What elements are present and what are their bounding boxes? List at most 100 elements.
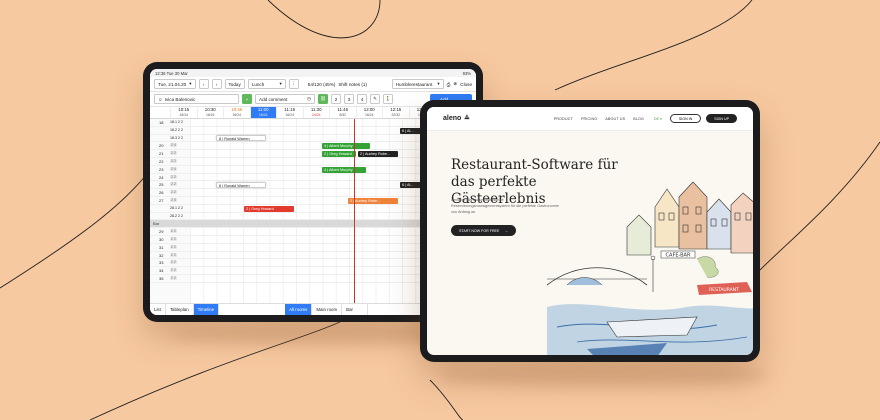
table-capacity: 2 2: [170, 244, 177, 249]
table-capacity: 2 2: [170, 252, 177, 257]
walk-in-icon[interactable]: 🚶: [383, 94, 393, 104]
close-circle-icon[interactable]: ⊗: [453, 81, 457, 87]
clock-icon: ◷: [306, 96, 311, 101]
cafe-bar-sign: CAFE-BAR: [666, 253, 691, 259]
occupancy-count: 54/120 (45%): [307, 81, 336, 87]
time-slot[interactable]: 11:15 16/24: [276, 107, 303, 118]
website-nav: aleno ⟁ PRODUCT PRICING ABOUT US BLOG DE …: [427, 107, 753, 131]
table-number: 31: [159, 244, 164, 250]
website-screen: aleno ⟁ PRODUCT PRICING ABOUT US BLOG DE …: [427, 107, 753, 355]
tab-tableplan[interactable]: Tableplan: [166, 303, 194, 315]
party-size-3[interactable]: 3: [344, 94, 354, 104]
restaurant-sign: RESTAURANT: [709, 287, 739, 293]
party-size-4[interactable]: 4: [357, 94, 367, 104]
tab-timeline[interactable]: Timeline: [193, 303, 220, 315]
table-capacity: 2 4: [170, 143, 177, 148]
close-button[interactable]: Close: [460, 82, 472, 87]
logo-mark-icon: ⟁: [464, 115, 470, 121]
sub-table-label: 28.2 2 2: [170, 213, 183, 218]
table-number: 22: [159, 159, 164, 164]
table-number: 25: [159, 182, 164, 188]
tablet-right: aleno ⟁ PRODUCT PRICING ABOUT US BLOG DE …: [420, 100, 760, 362]
table-capacity: 2 2: [170, 182, 177, 187]
table-number: 23: [159, 166, 164, 172]
table-capacity: 2 4: [170, 166, 177, 171]
table-capacity: 2 2: [170, 229, 177, 234]
table-number: 35: [159, 276, 164, 281]
table-number: 21: [159, 151, 164, 157]
add-guest-icon[interactable]: +: [242, 94, 252, 104]
guest-field[interactable]: ☺ Ivica Balenovic: [154, 94, 239, 104]
printer-icon[interactable]: ⎙: [447, 82, 451, 87]
chevron-right-icon[interactable]: ›: [211, 79, 222, 89]
time-slot[interactable]: 12:00 16/24: [355, 107, 383, 118]
table-number: 18: [159, 120, 164, 125]
table-number: 24: [159, 174, 164, 180]
room-tab-all[interactable]: All rooms: [285, 303, 313, 315]
hero-subtitle: aleno ist das zukunftsweisende Reservier…: [451, 198, 559, 214]
table-capacity: 2 5: [170, 198, 177, 202]
link-icon[interactable]: ⛓: [318, 94, 328, 104]
section-label: Bar: [153, 221, 160, 227]
shift-select[interactable]: Lunch ▾: [247, 79, 286, 89]
reservation-block[interactable]: 4 | Albert Murphy: [322, 166, 366, 173]
time-slot[interactable]: 10:15 16/24: [170, 107, 197, 118]
nav-product[interactable]: PRODUCT: [554, 117, 573, 121]
start-free-button[interactable]: START NOW FOR FREE →: [451, 225, 516, 236]
nav-about[interactable]: ABOUT US: [605, 117, 625, 121]
time-slot[interactable]: 10:45 16/24: [223, 107, 250, 118]
edit-icon[interactable]: ✎: [370, 94, 380, 104]
reservation-block[interactable]: 2 | Greg Howard: [322, 151, 356, 157]
status-time: 12:36 Tue 30 Mar: [155, 70, 188, 76]
table-number: 20: [159, 143, 164, 149]
reservation-block[interactable]: 4 | Albert Murphy: [322, 143, 370, 150]
table-number: 26: [159, 190, 164, 196]
room-tab-bar[interactable]: Bar: [342, 303, 369, 315]
table-capacity: 2 2: [170, 237, 177, 241]
reservation-block[interactable]: 8 | Ronald Warren: [216, 135, 266, 142]
time-slot[interactable]: 11:45 8/32: [329, 107, 356, 118]
tab-list[interactable]: List: [150, 303, 166, 315]
table-capacity: 2 2: [170, 260, 177, 265]
tablet-shadow-right: [440, 365, 770, 387]
arrow-right-icon: →: [504, 228, 508, 233]
table-capacity: 2 2: [170, 174, 177, 179]
aleno-logo[interactable]: aleno ⟁: [443, 115, 470, 122]
chevron-left-icon[interactable]: ‹: [198, 79, 209, 89]
nav-pricing[interactable]: PRICING: [581, 117, 597, 121]
table-capacity: 2 2: [170, 276, 177, 280]
shift-notes-link[interactable]: Shift notes (1): [338, 82, 367, 87]
sign-in-button[interactable]: SIGN IN: [669, 114, 702, 123]
time-slot[interactable]: 10:30 16/24: [196, 107, 224, 118]
more-button[interactable]: ⋮: [288, 79, 299, 89]
sub-table-label: 18.3 2 2: [170, 135, 183, 140]
party-size-2[interactable]: 2: [331, 94, 341, 104]
table-capacity: 2 2: [170, 151, 177, 156]
date-picker[interactable]: Tue, 21.04.20 ▾: [154, 79, 196, 89]
reservation-block[interactable]: 2 | Audrey Robe...: [348, 197, 398, 204]
restaurant-select[interactable]: Humblerestaurant ▾: [391, 79, 444, 89]
table-number: 34: [159, 268, 164, 274]
nav-blog[interactable]: BLOG: [633, 117, 644, 121]
table-number: 29: [159, 229, 164, 235]
add-comment-field[interactable]: Add comment ◷: [255, 94, 315, 104]
table-capacity: 2 2: [170, 268, 177, 273]
table-number: 32: [159, 252, 164, 258]
top-toolbar: Tue, 21.04.20 ▾ ‹ › Today Lunch ▾ ⋮ 54/120…: [150, 77, 476, 92]
sub-table-label: 18.1 2 2: [170, 120, 183, 124]
table-capacity: 2 2: [170, 190, 177, 195]
time-slot[interactable]: 12:15 22/32: [382, 107, 409, 118]
sign-up-button[interactable]: SIGN UP: [706, 114, 737, 123]
time-slot-selected[interactable]: 11:00 16/24: [249, 107, 276, 118]
sub-table-label: 28.1 2 2: [170, 205, 183, 210]
time-slot[interactable]: 11:30 24/24: [302, 107, 330, 118]
reservation-block[interactable]: 8 | Ronald Warren: [216, 182, 266, 189]
user-icon: ☺: [158, 96, 163, 102]
battery-status: 93%: [462, 70, 471, 76]
language-select[interactable]: DE ▾: [654, 117, 662, 121]
today-button[interactable]: Today: [224, 79, 245, 89]
room-tab-main[interactable]: Main room: [312, 303, 343, 315]
table-number: 27: [159, 198, 164, 203]
reservation-block[interactable]: 2 | Audrey Robe...: [358, 151, 398, 157]
reservation-block[interactable]: 2 | Greg Howard: [244, 205, 294, 212]
